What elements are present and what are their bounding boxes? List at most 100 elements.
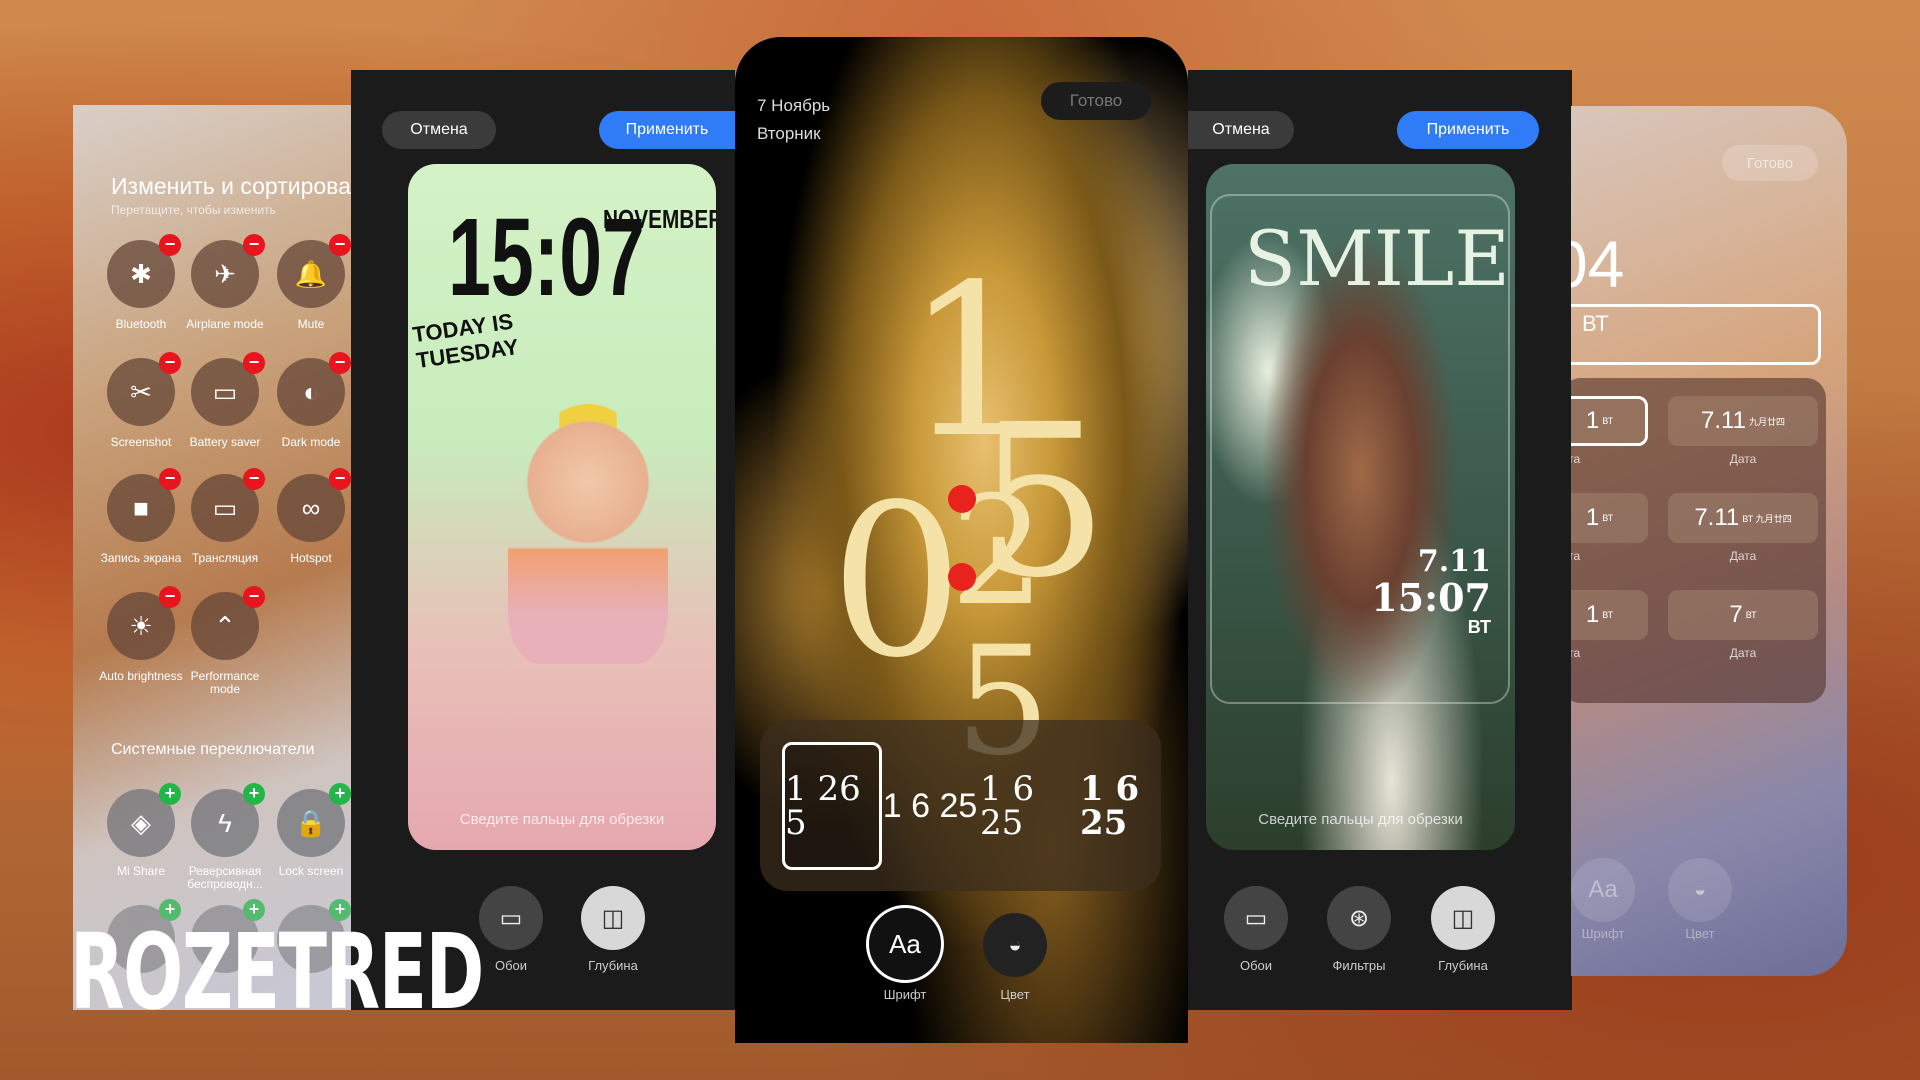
remove-badge-icon[interactable]: − bbox=[329, 468, 351, 490]
tile-screen-record[interactable]: ■ − bbox=[107, 468, 181, 542]
airplane-icon: ✈ bbox=[214, 258, 236, 289]
remove-badge-icon[interactable]: − bbox=[159, 468, 181, 490]
tile-battery[interactable]: ▭ − bbox=[191, 352, 265, 426]
remove-badge-icon[interactable]: − bbox=[243, 586, 265, 608]
section-title: Системные переключатели bbox=[111, 741, 315, 758]
art-clock: 7.11 15:07 ВТ bbox=[1371, 544, 1491, 638]
font-label: Шрифт bbox=[1581, 926, 1625, 941]
add-badge-icon[interactable]: + bbox=[243, 783, 265, 805]
auto-brightness-icon: ☀ bbox=[129, 610, 153, 641]
tile-label: Трансляция bbox=[191, 551, 259, 565]
remove-badge-icon[interactable]: − bbox=[329, 234, 351, 256]
remove-badge-icon[interactable]: − bbox=[159, 234, 181, 256]
date-style-option[interactable]: 1 ВТ bbox=[1571, 396, 1648, 446]
add-badge-icon[interactable]: + bbox=[329, 783, 351, 805]
tile-label: Реверсивная беспроводн... bbox=[187, 864, 263, 891]
done-button[interactable]: Готово bbox=[1041, 82, 1151, 120]
crop-hint: Сведите пальцы для обрезки bbox=[459, 811, 665, 828]
colon-dot bbox=[948, 485, 976, 513]
panel-subtitle: Перетащите, чтобы изменить bbox=[111, 203, 276, 217]
clock-style-option[interactable]: 1 26 5 bbox=[782, 742, 882, 870]
remove-badge-icon[interactable]: − bbox=[329, 352, 351, 374]
clock-style-option[interactable]: 1 6 25 bbox=[1080, 742, 1180, 870]
remove-badge-icon[interactable]: − bbox=[243, 234, 265, 256]
remove-badge-icon[interactable]: − bbox=[243, 352, 265, 374]
art-title: SMILE bbox=[1244, 214, 1510, 303]
tile-label: Mute bbox=[297, 317, 325, 331]
font-icon[interactable]: Aa bbox=[866, 905, 944, 983]
add-badge-icon[interactable]: + bbox=[159, 783, 181, 805]
remove-badge-icon[interactable]: − bbox=[243, 468, 265, 490]
style-label: Дата bbox=[1729, 646, 1757, 660]
date-style-option[interactable]: 7 ВТ bbox=[1668, 590, 1818, 640]
font-label: Шрифт bbox=[883, 987, 927, 1002]
art-time: 15:07 bbox=[448, 196, 645, 319]
style-label: ата bbox=[1571, 452, 1581, 466]
style-sup: ВТ bbox=[1602, 416, 1614, 426]
apply-button[interactable]: Применить bbox=[599, 111, 735, 149]
style-value: 7.11 bbox=[1701, 407, 1746, 434]
tile-label: Hotspot bbox=[290, 551, 332, 565]
date-style-option[interactable]: 7.11 ВТ 九月廿四 bbox=[1668, 493, 1818, 543]
date-style-option[interactable]: 1 ВТ bbox=[1571, 493, 1648, 543]
clock-digit-m1: 0 bbox=[830, 459, 964, 704]
color-drop-icon[interactable]: ◒ bbox=[1668, 858, 1732, 922]
tile-airplane[interactable]: ✈ − bbox=[191, 234, 265, 308]
art-time: 15:07 bbox=[1371, 575, 1491, 620]
clock-style-option[interactable]: 1 6 25 bbox=[980, 742, 1080, 870]
tile-reverse-charging[interactable]: ϟ + bbox=[191, 783, 265, 857]
style-value: 1 bbox=[1585, 601, 1600, 628]
watermark-logo: ROZETRED bbox=[70, 911, 484, 1033]
wallpaper-preview[interactable]: NOVEMBER 15:07 TODAY IS TUESDAY Сведите … bbox=[408, 164, 716, 850]
style-sup: ВТ bbox=[1745, 610, 1757, 620]
control-center-edit-panel: Изменить и сортировать Перетащите, чтобы… bbox=[73, 105, 352, 1010]
done-button[interactable]: Готово bbox=[1722, 145, 1818, 181]
tile-cast[interactable]: ▭ − bbox=[191, 468, 265, 542]
time-fragment: 04 bbox=[1571, 227, 1625, 301]
reverse-charging-icon: ϟ bbox=[218, 807, 232, 838]
colon-dot bbox=[948, 563, 976, 591]
tile-auto-brightness[interactable]: ☀ − bbox=[107, 586, 181, 660]
remove-badge-icon[interactable]: − bbox=[159, 586, 181, 608]
font-icon[interactable]: Aa bbox=[1571, 858, 1635, 922]
style-label: ата bbox=[1571, 549, 1581, 563]
depth-icon[interactable]: ◫ bbox=[1431, 886, 1495, 950]
tile-bell[interactable]: 🔔 − bbox=[277, 234, 351, 308]
clock-style-picker: 1 26 5 1 6 25 1 6 25 1 6 25 bbox=[760, 720, 1161, 891]
style-label: Дата bbox=[1729, 452, 1757, 466]
depth-icon[interactable]: ◫ bbox=[581, 886, 645, 950]
wallpaper-editor-1: Отмена Применить NOVEMBER 15:07 TODAY IS… bbox=[351, 70, 735, 1010]
date-style-option[interactable]: 1 ВТ bbox=[1571, 590, 1648, 640]
filters-icon[interactable]: ⊛ bbox=[1327, 886, 1391, 950]
tile-label: Dark mode bbox=[281, 435, 341, 449]
style-value: 7.11 bbox=[1694, 504, 1740, 531]
selected-style-outline[interactable]: ВТ bbox=[1571, 304, 1821, 365]
clock-style-option[interactable]: 1 6 25 bbox=[880, 742, 980, 870]
wallpaper-icon[interactable]: ▭ bbox=[1224, 886, 1288, 950]
cancel-button[interactable]: Отмена bbox=[382, 111, 496, 149]
apply-button[interactable]: Применить bbox=[1397, 111, 1539, 149]
cancel-button[interactable]: Отмена bbox=[1188, 111, 1294, 149]
wallpaper-preview[interactable]: SMILE 7.11 15:07 ВТ Сведите пальцы для о… bbox=[1206, 164, 1515, 850]
clock-style-panel: Готово 04 ВТ 1ВТата7.11九月廿四Дата1ВТата7.1… bbox=[1571, 106, 1847, 976]
tile-bluetooth[interactable]: ✱ − bbox=[107, 234, 181, 308]
tile-hotspot[interactable]: ∞ − bbox=[277, 468, 351, 542]
style-sup: ВТ bbox=[1602, 610, 1614, 620]
style-sup: ВТ 九月廿四 bbox=[1742, 513, 1792, 524]
panel-title: Изменить и сортировать bbox=[111, 173, 352, 199]
remove-badge-icon[interactable]: − bbox=[159, 352, 181, 374]
bell-icon: 🔔 bbox=[294, 258, 328, 289]
date-style-option[interactable]: 7.11 九月廿四 bbox=[1668, 396, 1818, 446]
style-sup: 九月廿四 bbox=[1748, 416, 1785, 427]
color-drop-icon[interactable]: ◒ bbox=[983, 913, 1047, 977]
tile-mi-share[interactable]: ◈ + bbox=[107, 783, 181, 857]
day-fragment: ВТ bbox=[1582, 311, 1609, 336]
filters-label: Фильтры bbox=[1332, 958, 1386, 973]
wallpaper-icon[interactable]: ▭ bbox=[479, 886, 543, 950]
tile-label: Performance mode bbox=[190, 669, 260, 696]
dark-mode-icon: ◐ bbox=[303, 376, 319, 407]
tile-lock[interactable]: 🔒 + bbox=[277, 783, 351, 857]
tile-screenshot[interactable]: ✂ − bbox=[107, 352, 181, 426]
tile-dark-mode[interactable]: ◐ − bbox=[277, 352, 351, 426]
tile-performance[interactable]: ⌃ − bbox=[191, 586, 265, 660]
